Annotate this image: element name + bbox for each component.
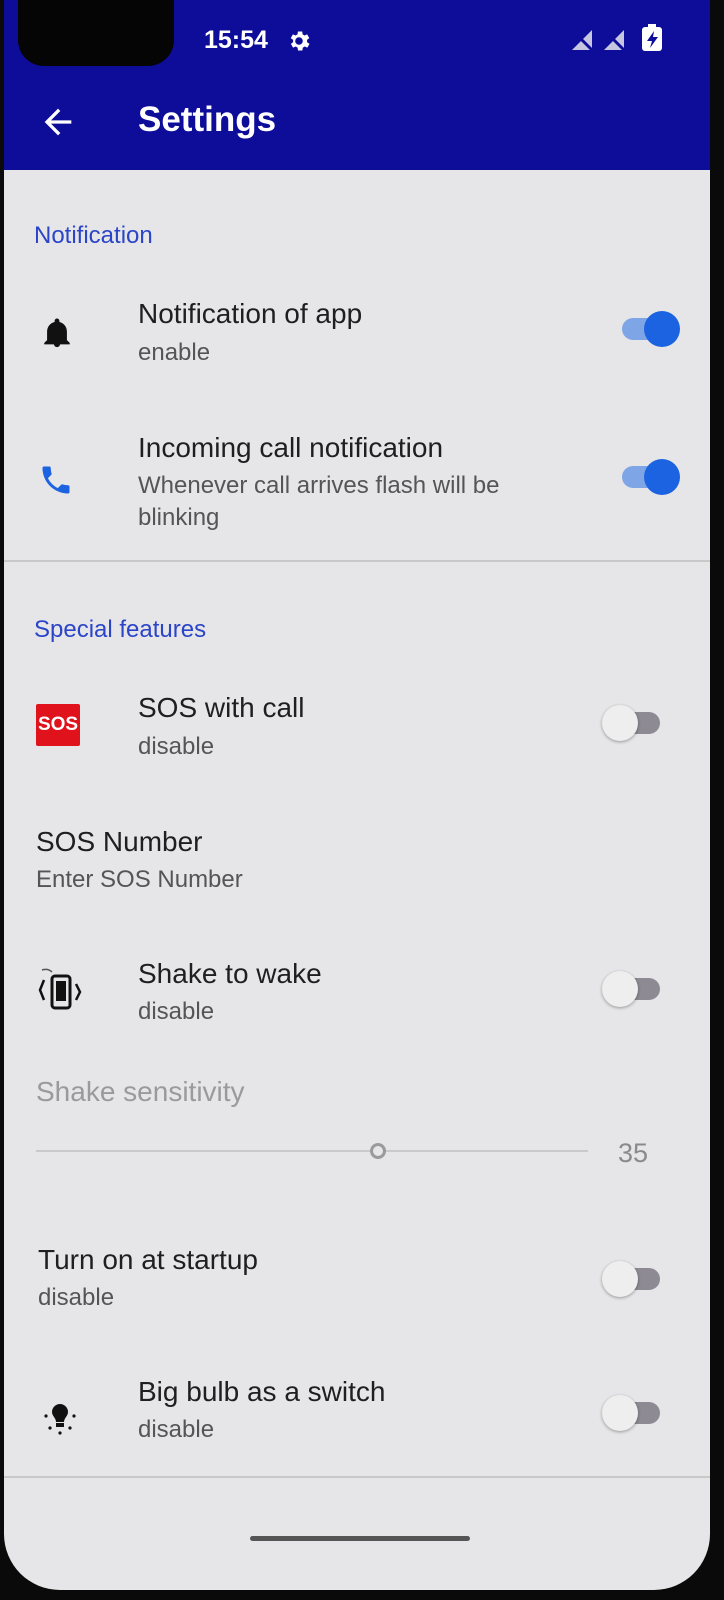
notification-of-app-toggle[interactable] bbox=[616, 308, 680, 348]
setting-subtitle: disable bbox=[38, 1284, 115, 1311]
setting-subtitle: Whenever call arrives flash will be blin… bbox=[138, 472, 500, 531]
no-signal-icon bbox=[570, 28, 594, 52]
sos-number-placeholder: Enter SOS Number bbox=[36, 866, 243, 893]
toggle-thumb bbox=[602, 1261, 638, 1297]
setting-title: Shake to wake bbox=[138, 958, 322, 989]
page-title: Settings bbox=[138, 100, 277, 139]
section-divider bbox=[4, 560, 710, 562]
no-signal-icon bbox=[602, 28, 626, 52]
setting-title: Big bulb as a switch bbox=[138, 1376, 386, 1407]
gear-icon bbox=[290, 31, 310, 51]
setting-subtitle: enable bbox=[138, 339, 211, 366]
setting-title: SOS with call bbox=[138, 692, 305, 723]
toggle-thumb bbox=[602, 1395, 638, 1431]
bottom-divider bbox=[4, 1476, 710, 1478]
settings-screen: 15:54 Settings Notification Notification… bbox=[4, 0, 710, 1590]
setting-subtitle: disable bbox=[138, 1416, 215, 1443]
shake-sensitivity-label: Shake sensitivity bbox=[36, 1076, 245, 1107]
toggle-thumb bbox=[602, 971, 638, 1007]
toggle-thumb bbox=[644, 311, 680, 347]
setting-subtitle: disable bbox=[138, 998, 215, 1025]
sos-with-call-toggle[interactable] bbox=[602, 702, 666, 742]
battery-charging-icon bbox=[642, 24, 662, 51]
home-indicator[interactable] bbox=[250, 1536, 470, 1541]
status-time: 15:54 bbox=[204, 26, 268, 54]
app-bar: 15:54 Settings bbox=[4, 0, 710, 170]
sos-icon: SOS bbox=[36, 704, 80, 746]
setting-title: Incoming call notification bbox=[138, 432, 444, 463]
shake-sensitivity-slider-track[interactable] bbox=[36, 1150, 588, 1152]
section-header-special-features: Special features bbox=[34, 616, 207, 643]
bulb-icon bbox=[44, 1404, 76, 1435]
status-icons bbox=[570, 24, 662, 52]
shake-phone-icon bbox=[38, 968, 82, 1010]
setting-subtitle: disable bbox=[138, 733, 215, 760]
section-header-notification: Notification bbox=[34, 222, 153, 249]
shake-to-wake-toggle[interactable] bbox=[602, 968, 666, 1008]
big-bulb-toggle[interactable] bbox=[602, 1392, 666, 1432]
camera-cutout bbox=[18, 0, 174, 66]
toggle-thumb bbox=[602, 705, 638, 741]
turn-on-at-startup-toggle[interactable] bbox=[602, 1258, 666, 1298]
setting-title: SOS Number bbox=[36, 826, 203, 857]
shake-sensitivity-slider-thumb[interactable] bbox=[370, 1143, 386, 1159]
bell-icon bbox=[44, 318, 70, 348]
phone-icon bbox=[42, 466, 70, 494]
setting-title: Turn on at startup bbox=[38, 1244, 258, 1275]
back-arrow-icon[interactable] bbox=[38, 102, 78, 142]
incoming-call-toggle[interactable] bbox=[616, 456, 680, 496]
toggle-thumb bbox=[644, 459, 680, 495]
setting-title: Notification of app bbox=[138, 298, 363, 329]
shake-sensitivity-value: 35 bbox=[618, 1138, 649, 1168]
